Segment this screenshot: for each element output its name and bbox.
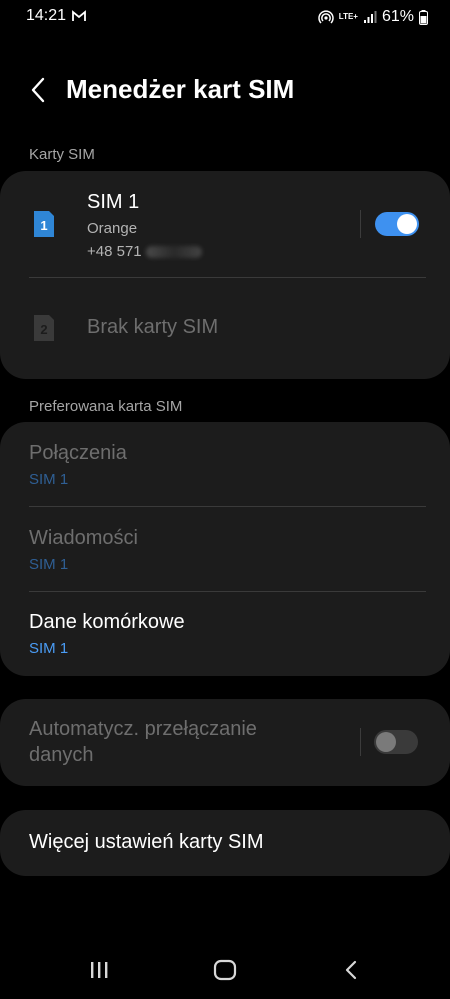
status-bar: 14:21 LTE+ 61% <box>0 0 450 34</box>
sim1-number-row: +48 571 <box>87 243 202 260</box>
home-icon <box>213 959 237 981</box>
calls-title: Połączenia <box>29 442 127 464</box>
nav-back-button[interactable] <box>336 958 366 982</box>
navigation-bar <box>0 940 450 999</box>
status-time: 14:21 <box>26 7 67 24</box>
auto-switch-toggle[interactable] <box>374 730 418 754</box>
preferred-sim-section-label: Preferowana karta SIM <box>29 398 183 415</box>
sim1-number-redacted <box>145 246 202 259</box>
sim-cards-section-label: Karty SIM <box>29 146 95 163</box>
mobile-data-value: SIM 1 <box>29 640 69 657</box>
svg-text:1: 1 <box>40 218 47 233</box>
recents-icon <box>91 962 108 978</box>
sim2-empty-label: Brak karty SIM <box>87 316 219 338</box>
messages-title: Wiadomości <box>29 527 138 549</box>
recent-apps-button[interactable] <box>84 958 114 982</box>
more-settings-title: Więcej ustawień karty SIM <box>29 831 264 853</box>
svg-text:2: 2 <box>40 322 47 337</box>
sim1-name: SIM 1 <box>87 191 140 213</box>
battery-percent: 61% <box>381 8 414 25</box>
separator <box>360 210 361 238</box>
calls-value: SIM 1 <box>29 471 69 488</box>
sim2-icon: 2 <box>34 315 54 341</box>
chevron-left-icon <box>31 77 45 103</box>
sim1-icon: 1 <box>34 211 54 237</box>
more-sim-settings-row[interactable]: Więcej ustawień karty SIM <box>0 810 450 876</box>
mobile-data-title: Dane komórkowe <box>29 611 185 633</box>
app-header: Menedżer kart SIM <box>0 68 450 114</box>
toggle-knob <box>397 214 417 234</box>
messages-preference-row[interactable]: Wiadomości SIM 1 <box>0 507 450 591</box>
sim1-row[interactable]: 1 SIM 1 Orange +48 571 <box>0 171 450 277</box>
home-button[interactable] <box>210 958 240 982</box>
lte-icon: LTE+ <box>338 12 358 21</box>
battery-icon <box>419 9 428 25</box>
signal-icon <box>363 11 377 23</box>
toggle-knob <box>376 732 396 752</box>
preferred-sim-card: Połączenia SIM 1 Wiadomości SIM 1 Dane k… <box>0 422 450 676</box>
gmail-notification-icon <box>72 10 86 21</box>
mobile-data-preference-row[interactable]: Dane komórkowe SIM 1 <box>0 592 450 676</box>
back-arrow-icon <box>345 960 357 980</box>
sim2-row: 2 Brak karty SIM <box>0 278 450 378</box>
auto-switch-title-line1: Automatycz. przełączanie <box>29 718 257 740</box>
sim-cards-card: 1 SIM 1 Orange +48 571 2 Brak karty SIM <box>0 171 450 379</box>
auto-switch-card: Automatycz. przełączanie danych <box>0 699 450 786</box>
separator <box>360 728 361 756</box>
more-settings-card: Więcej ustawień karty SIM <box>0 810 450 876</box>
auto-switch-row[interactable]: Automatycz. przełączanie danych <box>0 699 450 786</box>
sim1-number: +48 571 <box>87 243 142 260</box>
status-icons: LTE+ 61% <box>318 6 428 28</box>
sim1-toggle[interactable] <box>375 212 419 236</box>
calls-preference-row[interactable]: Połączenia SIM 1 <box>0 422 450 506</box>
back-button[interactable] <box>22 74 54 106</box>
page-title: Menedżer kart SIM <box>66 74 295 104</box>
sim1-carrier: Orange <box>87 220 138 237</box>
messages-value: SIM 1 <box>29 556 69 573</box>
auto-switch-title-line2: danych <box>29 744 94 766</box>
hotspot-icon <box>318 10 334 24</box>
